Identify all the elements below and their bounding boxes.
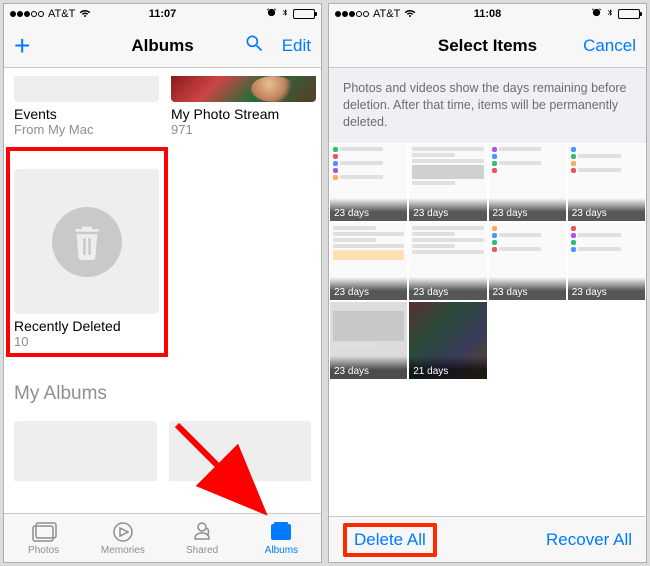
nav-bar: + Albums Edit: [4, 24, 321, 68]
album-thumb: [171, 76, 316, 102]
phone-left-albums: AT&T 11:07 + Albums Edit: [3, 3, 322, 563]
photo-thumb[interactable]: 23 days: [408, 222, 487, 301]
add-album-button[interactable]: +: [14, 32, 30, 60]
delete-all-label: Delete All: [354, 530, 426, 549]
days-badge: 23 days: [568, 198, 645, 221]
days-badge: 23 days: [568, 277, 645, 300]
days-badge: 23 days: [489, 277, 566, 300]
tab-label: Shared: [186, 545, 218, 556]
signal-strength-icon: [335, 11, 369, 17]
tab-label: Albums: [265, 545, 298, 556]
days-badge: 23 days: [409, 198, 486, 221]
days-badge: 21 days: [409, 356, 486, 379]
info-banner: Photos and videos show the days remainin…: [329, 68, 646, 143]
tab-bar: Photos Memories Shared Albums: [4, 513, 321, 562]
tab-label: Memories: [101, 545, 145, 556]
search-button[interactable]: [244, 33, 264, 58]
album-subtitle: 971: [171, 122, 316, 137]
album-thumb: [14, 76, 159, 102]
bluetooth-icon: [606, 7, 614, 21]
nav-bar: Select Items Cancel: [329, 24, 646, 68]
days-badge: 23 days: [330, 198, 407, 221]
photo-thumb[interactable]: 23 days: [488, 222, 567, 301]
days-badge: 23 days: [409, 277, 486, 300]
alarm-icon: [266, 7, 277, 21]
album-thumb: [14, 169, 159, 314]
status-bar: AT&T 11:08: [329, 4, 646, 24]
photo-thumb[interactable]: 23 days: [329, 143, 408, 222]
album-title: Events: [14, 106, 159, 122]
carrier-label: AT&T: [373, 8, 400, 20]
photo-thumb[interactable]: 23 days: [567, 222, 646, 301]
tab-memories[interactable]: Memories: [83, 514, 162, 562]
photo-thumb[interactable]: 23 days: [488, 143, 567, 222]
trash-icon: [52, 207, 122, 277]
photo-thumb[interactable]: 23 days: [329, 301, 408, 380]
tab-shared[interactable]: Shared: [163, 514, 242, 562]
bluetooth-icon: [281, 7, 289, 21]
tab-photos[interactable]: Photos: [4, 514, 83, 562]
album-title: My Photo Stream: [171, 106, 316, 122]
delete-all-button[interactable]: Delete All: [343, 523, 437, 557]
tab-label: Photos: [28, 545, 59, 556]
album-title: Recently Deleted: [14, 318, 164, 334]
album-card-empty[interactable]: [169, 421, 312, 481]
bottom-toolbar: Delete All Recover All: [329, 516, 646, 562]
carrier-label: AT&T: [48, 8, 75, 20]
album-card-events[interactable]: Events From My Mac: [14, 76, 159, 137]
album-card-photo-stream[interactable]: My Photo Stream 971: [171, 76, 316, 137]
status-bar: AT&T 11:07: [4, 4, 321, 24]
album-subtitle: From My Mac: [14, 122, 159, 137]
days-badge: 23 days: [330, 277, 407, 300]
page-title: Select Items: [438, 36, 537, 56]
select-items-content: Photos and videos show the days remainin…: [329, 68, 646, 516]
battery-icon: [618, 9, 640, 19]
section-title-my-albums: My Albums: [14, 383, 311, 405]
phone-right-select-items: AT&T 11:08 Select Items Cancel Photos an…: [328, 3, 647, 563]
wifi-icon: [79, 7, 91, 22]
albums-content: Events From My Mac My Photo Stream 971 R…: [4, 68, 321, 513]
highlight-recently-deleted: Recently Deleted 10: [6, 147, 168, 357]
photo-thumb[interactable]: 21 days: [408, 301, 487, 380]
album-card-empty[interactable]: [14, 421, 157, 481]
photo-thumb[interactable]: 23 days: [329, 222, 408, 301]
recover-all-button[interactable]: Recover All: [546, 530, 632, 550]
battery-icon: [293, 9, 315, 19]
photo-thumb[interactable]: 23 days: [567, 143, 646, 222]
clock: 11:08: [474, 8, 502, 20]
days-badge: 23 days: [489, 198, 566, 221]
photo-thumb[interactable]: 23 days: [408, 143, 487, 222]
cancel-button[interactable]: Cancel: [583, 36, 636, 56]
album-count: 10: [14, 334, 164, 349]
signal-strength-icon: [10, 11, 44, 17]
photo-grid: 23 days 23 days 23 days 23 days 23 days …: [329, 143, 646, 381]
wifi-icon: [404, 7, 416, 22]
clock: 11:07: [149, 8, 177, 20]
days-badge: 23 days: [330, 356, 407, 379]
alarm-icon: [591, 7, 602, 21]
edit-button[interactable]: Edit: [282, 36, 311, 56]
page-title: Albums: [131, 36, 193, 56]
tab-albums[interactable]: Albums: [242, 514, 321, 562]
album-card-recently-deleted[interactable]: Recently Deleted 10: [14, 169, 164, 349]
